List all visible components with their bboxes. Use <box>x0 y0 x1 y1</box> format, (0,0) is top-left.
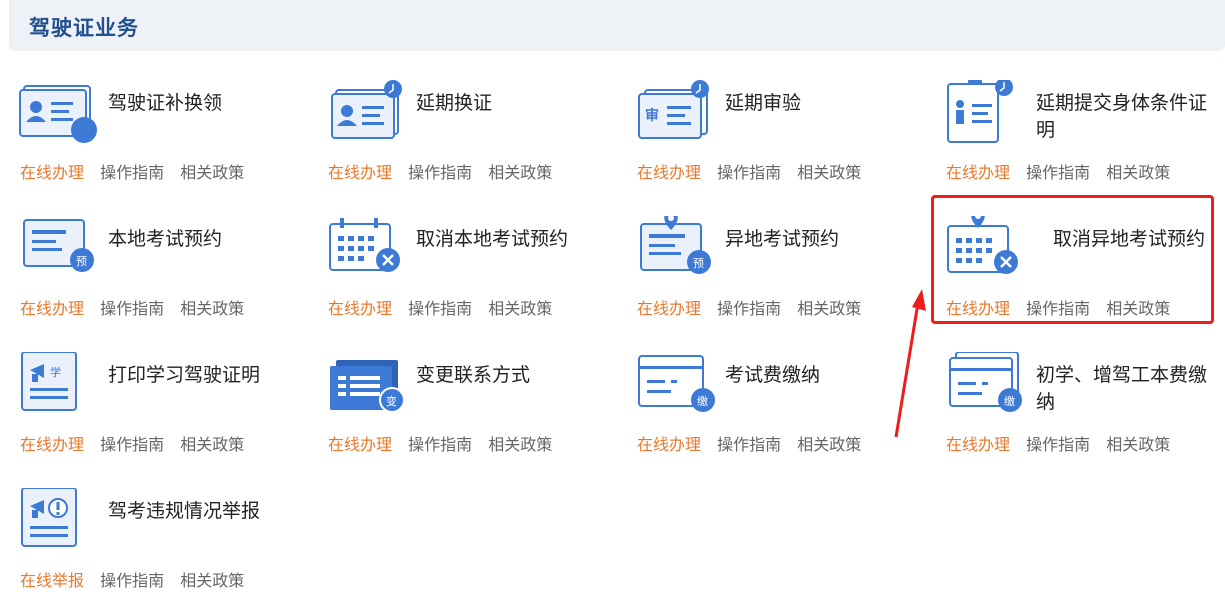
online-link[interactable]: 在线办理 <box>328 435 392 454</box>
online-link[interactable]: 在线办理 <box>20 299 84 318</box>
service-links: 在线办理 操作指南 相关政策 <box>637 431 872 455</box>
policy-link[interactable]: 相关政策 <box>180 571 244 590</box>
guide-link[interactable]: 操作指南 <box>100 571 164 590</box>
service-links: 在线办理 操作指南 相关政策 <box>946 431 1181 455</box>
guide-link[interactable]: 操作指南 <box>717 299 781 318</box>
guide-link[interactable]: 操作指南 <box>100 299 164 318</box>
svg-text:预: 预 <box>76 255 87 268</box>
policy-link[interactable]: 相关政策 <box>797 163 861 182</box>
svg-text:变: 变 <box>386 394 397 408</box>
policy-link[interactable]: 相关政策 <box>797 435 861 454</box>
service-item-extend-review[interactable]: 审 延期审验 在线办理 操作指南 相关政策 <box>617 80 917 200</box>
policy-link[interactable]: 相关政策 <box>797 299 861 318</box>
license-clock-icon <box>18 80 100 150</box>
service-links: 在线办理 操作指南 相关政策 <box>946 159 1181 183</box>
service-item-extend-license[interactable]: 延期换证 在线办理 操作指南 相关政策 <box>308 80 608 200</box>
online-link[interactable]: 在线办理 <box>20 435 84 454</box>
calendar-cancel-icon <box>326 216 408 286</box>
booking-card-icon: 预 <box>18 216 100 286</box>
service-links: 在线办理 操作指南 相关政策 <box>637 295 872 319</box>
location-booking-icon: 预 <box>635 212 717 286</box>
service-item-remote-exam-booking[interactable]: 预 异地考试预约 在线办理 操作指南 相关政策 <box>617 212 917 336</box>
service-links: 在线办理 操作指南 相关政策 <box>637 159 872 183</box>
policy-link[interactable]: 相关政策 <box>180 299 244 318</box>
policy-link[interactable]: 相关政策 <box>180 163 244 182</box>
policy-link[interactable]: 相关政策 <box>180 435 244 454</box>
guide-link[interactable]: 操作指南 <box>408 435 472 454</box>
highlight-box <box>931 195 1214 324</box>
service-title: 延期提交身体条件证明 <box>1036 92 1208 141</box>
service-item-local-exam-booking[interactable]: 预 本地考试预约 在线办理 操作指南 相关政策 <box>0 216 300 336</box>
service-item-learner-fee[interactable]: 缴 初学、增驾工本费缴纳 在线办理 操作指南 相关政策 <box>926 351 1225 472</box>
service-item-change-contact[interactable]: 变 变更联系方式 在线办理 操作指南 相关政策 <box>308 352 608 472</box>
guide-link[interactable]: 操作指南 <box>1026 163 1090 182</box>
health-card-icon <box>944 78 1026 150</box>
online-link[interactable]: 在线办理 <box>946 435 1010 454</box>
policy-link[interactable]: 相关政策 <box>488 163 552 182</box>
policy-link[interactable]: 相关政策 <box>488 299 552 318</box>
service-title: 打印学习驾驶证明 <box>108 364 261 386</box>
fee-cards-icon: 缴 <box>944 351 1026 422</box>
svg-text:缴: 缴 <box>1004 394 1015 408</box>
guide-link[interactable]: 操作指南 <box>100 435 164 454</box>
pointer-arrow-icon <box>894 289 926 438</box>
service-title: 本地考试预约 <box>108 228 223 250</box>
guide-link[interactable]: 操作指南 <box>1026 435 1090 454</box>
service-links: 在线办理 操作指南 相关政策 <box>20 295 255 319</box>
learner-clipboard-icon: 学 <box>18 348 100 422</box>
guide-link[interactable]: 操作指南 <box>408 163 472 182</box>
service-item-license-reissue[interactable]: 驾驶证补换领 在线办理 操作指南 相关政策 <box>0 80 300 200</box>
contact-change-icon: 变 <box>326 352 408 422</box>
guide-link[interactable]: 操作指南 <box>100 163 164 182</box>
online-link[interactable]: 在线举报 <box>20 571 84 590</box>
online-link[interactable]: 在线办理 <box>328 299 392 318</box>
online-link[interactable]: 在线办理 <box>946 163 1010 182</box>
service-links: 在线办理 操作指南 相关政策 <box>328 159 563 183</box>
online-link[interactable]: 在线办理 <box>637 163 701 182</box>
policy-link[interactable]: 相关政策 <box>1106 435 1170 454</box>
svg-text:缴: 缴 <box>697 394 708 408</box>
fee-card-icon: 缴 <box>635 352 717 422</box>
service-item-report-violation[interactable]: 驾考违规情况举报 在线举报 操作指南 相关政策 <box>0 484 300 608</box>
service-title: 延期审验 <box>725 92 802 114</box>
service-title: 取消本地考试预约 <box>416 228 569 250</box>
policy-link[interactable]: 相关政策 <box>488 435 552 454</box>
service-title: 异地考试预约 <box>725 228 840 250</box>
license-clock-icon <box>326 80 408 150</box>
service-title: 延期换证 <box>416 92 493 114</box>
online-link[interactable]: 在线办理 <box>328 163 392 182</box>
online-link[interactable]: 在线办理 <box>20 163 84 182</box>
service-title: 变更联系方式 <box>416 364 531 386</box>
service-item-cancel-local-exam[interactable]: 取消本地考试预约 在线办理 操作指南 相关政策 <box>308 216 608 336</box>
guide-link[interactable]: 操作指南 <box>408 299 472 318</box>
service-links: 在线办理 操作指南 相关政策 <box>328 431 563 455</box>
service-title: 驾考违规情况举报 <box>108 500 261 522</box>
svg-text:审: 审 <box>645 107 659 124</box>
service-links: 在线办理 操作指南 相关政策 <box>328 295 563 319</box>
online-link[interactable]: 在线办理 <box>637 435 701 454</box>
service-item-exam-fee[interactable]: 缴 考试费缴纳 在线办理 操作指南 相关政策 <box>617 352 917 472</box>
service-title: 驾驶证补换领 <box>108 92 223 114</box>
svg-text:学: 学 <box>50 365 61 379</box>
service-item-print-learner-proof[interactable]: 学 打印学习驾驶证明 在线办理 操作指南 相关政策 <box>0 348 300 472</box>
review-card-icon: 审 <box>635 80 717 150</box>
online-link[interactable]: 在线办理 <box>637 299 701 318</box>
guide-link[interactable]: 操作指南 <box>717 435 781 454</box>
svg-text:预: 预 <box>693 257 704 270</box>
service-links: 在线办理 操作指南 相关政策 <box>20 431 255 455</box>
report-clipboard-icon <box>18 484 100 558</box>
service-links: 在线举报 操作指南 相关政策 <box>20 567 255 591</box>
service-title: 初学、增驾工本费缴纳 <box>1036 364 1208 413</box>
guide-link[interactable]: 操作指南 <box>717 163 781 182</box>
service-links: 在线办理 操作指南 相关政策 <box>20 159 255 183</box>
service-item-health-proof[interactable]: 延期提交身体条件证明 在线办理 操作指南 相关政策 <box>926 78 1225 200</box>
policy-link[interactable]: 相关政策 <box>1106 163 1170 182</box>
